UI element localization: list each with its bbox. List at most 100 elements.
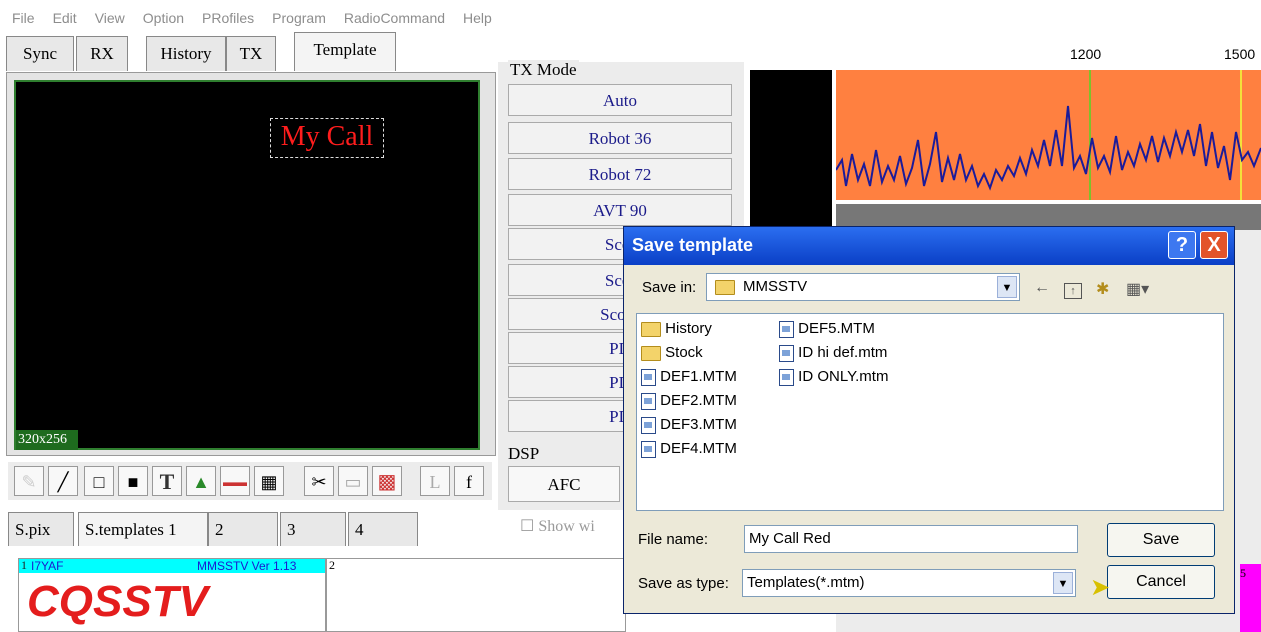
tab-3[interactable]: 3 (280, 512, 346, 546)
thumbnail-number: 2 (329, 558, 335, 572)
tab-s-templates-1[interactable]: S.templates 1 (78, 512, 208, 546)
tab-rx[interactable]: RX (76, 36, 128, 71)
thumbnail-1[interactable]: 1 I7YAF MMSSTV Ver 1.13 CQSSTV (18, 558, 326, 632)
list-item[interactable]: DEF4.MTM (641, 440, 737, 458)
template-thumbnails: 1 I7YAF MMSSTV Ver 1.13 CQSSTV 2 (8, 552, 628, 632)
file-icon (779, 320, 794, 338)
chevron-down-icon[interactable]: ▼ (997, 276, 1017, 298)
tab-2[interactable]: 2 (208, 512, 278, 546)
rectangle-tool-icon[interactable]: □ (84, 466, 114, 496)
list-item[interactable]: DEF5.MTM (779, 320, 875, 338)
spectrum-display[interactable] (835, 70, 1261, 200)
paste-icon[interactable]: ▭ (338, 466, 368, 496)
show-window-checkbox[interactable]: ☐ Show wi (520, 516, 595, 536)
close-button[interactable]: X (1200, 231, 1228, 259)
mode-robot-36[interactable]: Robot 36 (508, 122, 732, 154)
freq-label-1500: 1500 (1224, 46, 1256, 62)
save-button[interactable]: Save (1107, 523, 1215, 557)
help-button[interactable]: ? (1168, 231, 1196, 259)
menu-view[interactable]: View (95, 10, 125, 26)
file-icon (641, 416, 656, 434)
list-item[interactable]: ID ONLY.mtm (779, 368, 888, 386)
file-icon (779, 368, 794, 386)
chevron-down-icon[interactable]: ▼ (1053, 572, 1073, 594)
mode-avt-90[interactable]: AVT 90 (508, 194, 732, 226)
menu-help[interactable]: Help (463, 10, 492, 26)
back-icon[interactable]: ← (1034, 279, 1050, 297)
line-tool-icon[interactable]: ╱ (48, 466, 78, 496)
menu-bar: File Edit View Option PRofiles Program R… (0, 0, 1261, 36)
list-item[interactable]: DEF1.MTM (641, 368, 737, 386)
save-as-type-combobox[interactable]: Templates(*.mtm) ▼ (742, 569, 1076, 597)
cut-icon[interactable]: ✂ (304, 466, 334, 496)
filled-rectangle-tool-icon[interactable]: ■ (118, 466, 148, 496)
menu-program[interactable]: Program (272, 10, 326, 26)
thumbnail-number: 1 (21, 558, 27, 572)
thumbnail-2[interactable]: 2 (326, 558, 626, 632)
grid-tool-icon[interactable]: ▦ (254, 466, 284, 496)
list-item[interactable]: History (641, 320, 712, 337)
file-icon (641, 440, 656, 458)
text-item-my-call[interactable]: My Call (270, 118, 384, 158)
list-item[interactable]: DEF3.MTM (641, 416, 737, 434)
list-item[interactable]: ID hi def.mtm (779, 344, 887, 362)
main-tabs: Sync RX History TX Template (0, 32, 500, 72)
stock-tabs: S.pix S.templates 1 2 3 4 (0, 508, 500, 548)
menu-file[interactable]: File (12, 10, 35, 26)
template-canvas[interactable] (14, 80, 480, 450)
list-item[interactable]: Stock (641, 344, 703, 361)
folder-icon (641, 345, 661, 361)
file-icon (779, 344, 794, 362)
save-template-dialog: Save template ? X Save in: MMSSTV ▼ ← ↑ … (623, 226, 1235, 614)
mouse-cursor-icon: ➤ (1090, 574, 1111, 601)
tx-mode-label: TX Mode (508, 60, 579, 80)
new-folder-icon[interactable]: ✱ (1096, 279, 1109, 299)
spectrum-trace (835, 70, 1261, 200)
menu-radiocommand[interactable]: RadioCommand (344, 10, 445, 26)
thumbnail-5[interactable]: 5 (1240, 564, 1261, 632)
save-as-type-label: Save as type: (638, 575, 729, 592)
menu-edit[interactable]: Edit (53, 10, 77, 26)
color-bar-tool-icon[interactable]: ▬▬ (220, 466, 250, 496)
canvas-size-label: 320x256 (16, 430, 78, 450)
mode-robot-72[interactable]: Robot 72 (508, 158, 732, 190)
afc-button[interactable]: AFC (508, 466, 620, 502)
select-tool-icon[interactable]: ✎ (14, 466, 44, 496)
l-button[interactable]: L (420, 466, 450, 496)
mode-auto[interactable]: Auto (508, 84, 732, 116)
up-folder-icon[interactable]: ↑ (1064, 283, 1082, 299)
tab-template[interactable]: Template (294, 32, 396, 71)
tab-tx[interactable]: TX (226, 36, 276, 71)
f-button[interactable]: f (454, 466, 484, 496)
tab-4[interactable]: 4 (348, 512, 418, 546)
thumbnail-cqsstv: CQSSTV (27, 577, 208, 626)
text-tool-icon[interactable]: T (152, 466, 182, 496)
tab-s-pix[interactable]: S.pix (8, 512, 74, 546)
checkbox-box: ☐ (520, 518, 539, 535)
dialog-titlebar[interactable]: Save template ? X (624, 227, 1234, 265)
thumbnail-number: 5 (1240, 566, 1246, 580)
save-in-combobox[interactable]: MMSSTV ▼ (706, 273, 1020, 301)
file-name-label: File name: (638, 531, 709, 548)
list-item[interactable]: DEF2.MTM (641, 392, 737, 410)
save-as-type-value: Templates(*.mtm) (747, 574, 865, 591)
image-tool-icon[interactable]: ▲ (186, 466, 216, 496)
menu-option[interactable]: Option (143, 10, 184, 26)
view-menu-icon[interactable]: ▦▾ (1126, 279, 1149, 299)
file-icon (641, 368, 656, 386)
save-in-label: Save in: (642, 279, 697, 296)
folder-icon (715, 280, 735, 295)
cancel-button[interactable]: Cancel (1107, 565, 1215, 599)
tab-sync[interactable]: Sync (6, 36, 74, 71)
tab-history[interactable]: History (146, 36, 226, 71)
freq-label-1200: 1200 (1070, 46, 1102, 62)
dsp-label: DSP (508, 444, 540, 463)
palette-icon[interactable]: ▩ (372, 466, 402, 496)
file-list[interactable]: History Stock DEF1.MTM DEF2.MTM DEF3.MTM… (636, 313, 1224, 511)
show-window-label: Show wi (538, 518, 595, 535)
menu-profiles[interactable]: PRofiles (202, 10, 254, 26)
file-name-input[interactable]: My Call Red (744, 525, 1078, 553)
thumbnail-call: I7YAF (31, 559, 64, 573)
drawing-toolbar: ✎ ╱ □ ■ T ▲ ▬▬ ▦ ✂ ▭ ▩ L f (8, 462, 492, 500)
file-icon (641, 392, 656, 410)
